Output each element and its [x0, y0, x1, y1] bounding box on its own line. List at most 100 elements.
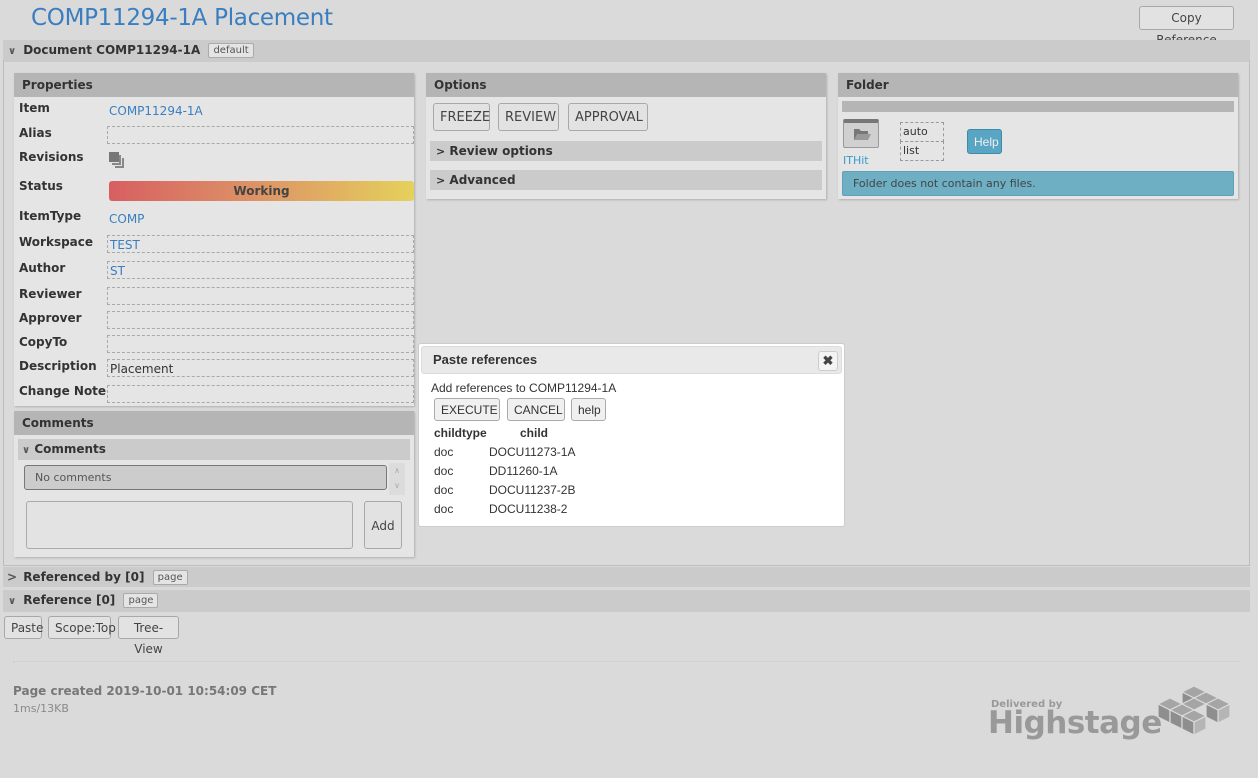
auto-field[interactable]: auto	[900, 122, 944, 142]
folder-empty-message: Folder does not contain any files.	[842, 171, 1234, 196]
description-field[interactable]: Placement	[107, 359, 414, 377]
itemtype-link[interactable]: COMP	[107, 210, 414, 228]
prop-label: Approver	[19, 311, 82, 325]
chevron-right-icon: >	[436, 145, 446, 158]
prop-change-note: Change Note	[19, 384, 414, 406]
reference-section-header[interactable]: ∨ Reference [0] page	[3, 590, 1250, 612]
scroll-up-icon[interactable]: ∧	[389, 463, 405, 478]
author-field[interactable]: ST	[107, 261, 414, 279]
folder-path-bar	[842, 101, 1234, 112]
cubes-icon	[1156, 685, 1232, 736]
prop-label: Reviewer	[19, 287, 82, 301]
list-field[interactable]: list	[900, 141, 944, 161]
childtype-cell: doc	[434, 464, 454, 478]
prop-reviewer: Reviewer	[19, 287, 414, 309]
child-cell: DOCU11237-2B	[489, 483, 576, 497]
reviewer-field[interactable]	[107, 287, 414, 305]
chevron-down-icon: ∨	[22, 445, 31, 456]
paste-button[interactable]: Paste	[4, 616, 43, 639]
prop-approver: Approver	[19, 311, 414, 333]
prop-label: Status	[19, 179, 63, 193]
dialog-message: Add references to COMP11294-1A	[431, 381, 617, 395]
comment-input[interactable]	[26, 501, 353, 549]
folder-button[interactable]	[843, 119, 879, 148]
column-header-child: child	[520, 426, 549, 440]
child-cell: DD11260-1A	[489, 464, 558, 478]
folder-help-button[interactable]: Help	[967, 129, 1002, 154]
comments-scrollbar[interactable]: ∧ ∨	[389, 463, 405, 495]
referenced-by-section-header[interactable]: > Referenced by [0] page	[3, 567, 1250, 587]
page-created-text: Page created 2019-10-01 10:54:09 CET	[13, 684, 277, 698]
approval-button[interactable]: APPROVAL	[568, 103, 648, 131]
referenced-by-label: Referenced by [0]	[23, 570, 145, 584]
advanced-toggle[interactable]: > Advanced	[430, 170, 822, 190]
change-note-field[interactable]	[107, 385, 414, 403]
prop-copyto: CopyTo	[19, 335, 414, 357]
chevron-right-icon: >	[436, 174, 446, 187]
document-section-header[interactable]: ∨ Document COMP11294-1A default	[3, 40, 1250, 62]
page-title: COMP11294-1A Placement	[31, 5, 333, 31]
review-options-label: Review options	[449, 144, 553, 158]
page-tag[interactable]: page	[123, 593, 159, 608]
logo-wordmark: Highstage	[988, 705, 1162, 741]
help-button[interactable]: help	[571, 398, 606, 421]
reference-label: Reference [0]	[23, 593, 116, 607]
paste-references-dialog: Paste references ✖ Add references to COM…	[418, 343, 845, 527]
prop-label: Author	[19, 261, 66, 275]
prop-label: Item	[19, 101, 50, 115]
footer-divider	[13, 661, 1239, 662]
column-header-childtype: childtype	[434, 426, 487, 440]
freeze-button[interactable]: FREEZE	[433, 103, 490, 131]
childtype-cell: doc	[434, 502, 454, 516]
comments-title: Comments	[14, 411, 414, 435]
execute-button[interactable]: EXECUTE	[434, 398, 500, 421]
cancel-button[interactable]: CANCEL	[507, 398, 565, 421]
prop-label: Alias	[19, 126, 52, 140]
alias-field[interactable]	[107, 126, 414, 144]
prop-label: Workspace	[19, 235, 94, 249]
item-link[interactable]: COMP11294-1A	[107, 102, 414, 120]
folder-name-link[interactable]: ITHit	[843, 154, 869, 167]
scope-top-button[interactable]: Scope:Top	[48, 616, 116, 639]
folder-title: Folder	[838, 73, 1238, 97]
prop-status: Status Working	[19, 179, 414, 201]
advanced-label: Advanced	[449, 173, 516, 187]
close-icon[interactable]: ✖	[818, 351, 838, 371]
folder-icon	[854, 129, 871, 140]
prop-workspace: Workspace TEST	[19, 235, 414, 257]
prop-label: Description	[19, 359, 97, 373]
prop-description: Description Placement	[19, 359, 414, 381]
timing-text: 1ms/13KB	[13, 702, 69, 715]
comments-subsection-header[interactable]: ∨ Comments	[18, 439, 410, 460]
childtype-cell: doc	[434, 445, 454, 459]
copy-reference-button[interactable]: Copy Reference	[1139, 6, 1234, 47]
child-cell: DOCU11238-2	[489, 502, 568, 516]
add-comment-button[interactable]: Add	[364, 501, 402, 549]
comments-list: No comments	[24, 465, 387, 490]
copyto-field[interactable]	[107, 335, 414, 353]
approver-field[interactable]	[107, 311, 414, 329]
page-tag[interactable]: page	[152, 570, 188, 585]
options-title: Options	[426, 73, 826, 97]
chevron-down-icon: ∨	[7, 46, 17, 57]
scroll-down-icon[interactable]: ∨	[389, 478, 405, 493]
status-badge: Working	[109, 181, 414, 201]
options-card: Options FREEZE REVIEW APPROVAL > Review …	[426, 73, 826, 199]
revisions-icon[interactable]	[108, 151, 126, 172]
prop-revisions: Revisions	[19, 150, 411, 172]
chevron-down-icon: ∨	[7, 596, 17, 607]
comments-card: Comments ∨ Comments No comments ∧ ∨ Add	[14, 411, 414, 557]
prop-alias: Alias	[19, 126, 414, 148]
tree-view-button[interactable]: Tree-View	[118, 616, 179, 656]
prop-item: Item COMP11294-1A	[19, 101, 411, 123]
document-section-label: Document COMP11294-1A	[23, 43, 201, 57]
comments-subsection-label: Comments	[34, 442, 106, 456]
dialog-title: Paste references	[421, 346, 842, 374]
workspace-field[interactable]: TEST	[107, 235, 414, 253]
default-tag[interactable]: default	[208, 43, 254, 58]
prop-label: CopyTo	[19, 335, 68, 349]
prop-label: Revisions	[19, 150, 84, 164]
folder-card: Folder ITHit auto list Help Folder does …	[838, 73, 1238, 199]
review-button[interactable]: REVIEW	[498, 103, 559, 131]
review-options-toggle[interactable]: > Review options	[430, 141, 822, 161]
